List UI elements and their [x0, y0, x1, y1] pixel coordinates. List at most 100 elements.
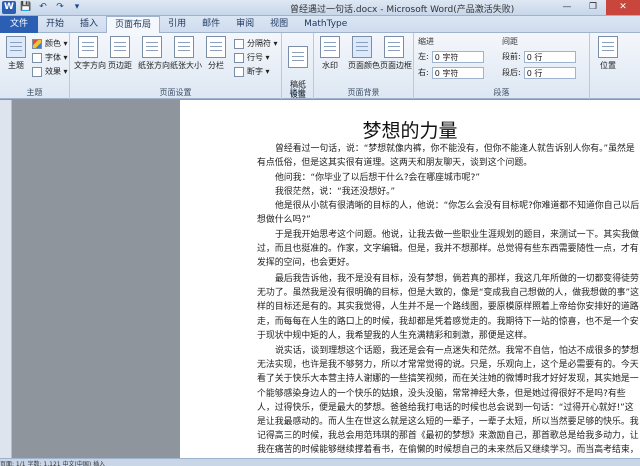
indent-left-label: 左: — [418, 52, 429, 61]
watermark-button[interactable]: 水印 — [316, 36, 344, 71]
theme-colors-label: 颜色 ▾ — [45, 39, 68, 48]
redo-icon[interactable]: ↷ — [53, 1, 67, 14]
indent-left-row: 左: 0 字符 — [418, 50, 484, 63]
spacing-before-label: 段前: — [502, 52, 521, 61]
theme-group: 主题 颜色 ▾ 字体 ▾ 效果 ▾ 主题 — [0, 33, 70, 99]
text-direction-button[interactable]: 文字方向 — [74, 36, 106, 71]
line-numbers-label: 行号 ▾ — [247, 53, 270, 62]
columns-button[interactable]: 分栏 — [202, 36, 230, 71]
indent-right-input[interactable]: 0 字符 — [431, 66, 484, 79]
tab-mathtype[interactable]: MathType — [296, 16, 355, 33]
line-numbers-button[interactable]: 行号 ▾ — [234, 51, 270, 64]
watermark-label: 水印 — [322, 61, 338, 70]
page-color-icon — [352, 36, 372, 58]
paper-size-icon — [174, 36, 194, 58]
spacing-before-row: 段前: 0 行 — [502, 50, 576, 63]
paragraph-7: 说实话，谈到理想这个话题，我还是会有一点迷失和茫然。我常不自信，怕达不成很多的梦… — [257, 346, 639, 456]
hyphenation-label: 断字 ▾ — [247, 67, 270, 76]
theme-button[interactable]: 主题 — [2, 36, 30, 71]
margins-button[interactable]: 页边距 — [106, 36, 134, 71]
theme-effects-button[interactable]: 效果 ▾ — [32, 65, 68, 78]
spacing-after-label: 段后: — [502, 68, 521, 77]
draft-paper-icon — [288, 46, 308, 68]
position-icon — [598, 36, 618, 58]
paragraph-2: 他问我：“你毕业了以后想干什么?会在哪座城市呢?” — [275, 173, 480, 183]
undo-icon[interactable]: ↶ — [36, 1, 50, 14]
columns-label: 分栏 — [208, 61, 224, 70]
tab-review[interactable]: 审阅 — [228, 16, 262, 33]
indent-right-row: 右: 0 字符 — [418, 66, 484, 79]
margins-label: 页边距 — [108, 61, 132, 70]
page-borders-icon — [384, 36, 404, 58]
columns-icon — [206, 36, 226, 58]
vertical-ruler — [0, 100, 12, 458]
theme-group-label: 主题 — [26, 88, 43, 97]
watermark-icon — [320, 36, 340, 58]
status-bar: 页面: 1/1 字数: 1,121 中文(中国) 插入 — [0, 458, 640, 466]
hyphenation-button[interactable]: 断字 ▾ — [234, 65, 270, 78]
paragraph-4: 他是很从小就有很清晰的目标的人，他说：“你怎么会没有目标呢?你难道都不知道你自己… — [257, 201, 640, 226]
word-logo-icon[interactable]: W — [2, 1, 16, 14]
position-button[interactable]: 位置 — [594, 36, 622, 71]
arrange-group: 位置 — [590, 33, 640, 99]
breaks-icon — [234, 38, 244, 49]
breaks-label: 分隔符 ▾ — [247, 39, 278, 48]
theme-icon — [6, 36, 26, 58]
page-setup-group: 文字方向 页边距 纸张方向 纸张大小 分栏 分隔符 ▾ 行号 ▾ 断字 ▾ 页面… — [70, 33, 282, 99]
paragraph-3: 我很茫然，说：“我还没想好。” — [275, 187, 396, 197]
save-icon[interactable]: 💾 — [19, 1, 33, 14]
page-borders-label: 页面边框 — [380, 61, 412, 70]
tab-insert[interactable]: 插入 — [72, 16, 106, 33]
position-label: 位置 — [600, 61, 616, 70]
colors-icon — [32, 38, 42, 49]
text-direction-label: 文字方向 — [74, 61, 106, 70]
breaks-button[interactable]: 分隔符 ▾ — [234, 37, 278, 50]
line-numbers-icon — [234, 52, 244, 63]
page-background-group-label: 页面背景 — [347, 88, 380, 97]
page-borders-button[interactable]: 页面边框 — [380, 36, 412, 71]
paper-size-label: 纸张大小 — [170, 61, 202, 70]
margins-icon — [110, 36, 130, 58]
spacing-label: 间距 — [502, 37, 518, 46]
window-controls: — ❐ ✕ — [554, 0, 640, 15]
paper-size-button[interactable]: 纸张大小 — [170, 36, 202, 71]
page-background-group: 水印 页面颜色 页面边框 页面背景 — [314, 33, 414, 99]
title-bar: W 💾 ↶ ↷ ▾ 曾经遇过一句话.docx - Microsoft Word(… — [0, 0, 640, 16]
spacing-after-input[interactable]: 0 行 — [523, 66, 576, 79]
indent-right-label: 右: — [418, 68, 429, 77]
quick-access-toolbar: W 💾 ↶ ↷ ▾ — [2, 1, 84, 14]
spacing-after-row: 段后: 0 行 — [502, 66, 576, 79]
theme-colors-button[interactable]: 颜色 ▾ — [32, 37, 68, 50]
close-button[interactable]: ✕ — [606, 0, 640, 15]
tab-mailings[interactable]: 邮件 — [194, 16, 228, 33]
document-title: 梦想的力量 — [362, 120, 458, 142]
minimize-button[interactable]: — — [554, 0, 580, 15]
page-setup-group-label: 页面设置 — [159, 88, 192, 97]
paragraph-6: 最后我告诉他，我不是没有目标，没有梦想，倘若真的那样，我这几年所做的一切都变得徒… — [257, 274, 639, 341]
theme-fonts-label: 字体 ▾ — [45, 53, 68, 62]
theme-effects-label: 效果 ▾ — [45, 67, 68, 76]
window-title: 曾经遇过一句话.docx - Microsoft Word(产品激活失败) — [290, 5, 515, 15]
page-color-label: 页面颜色 — [348, 61, 380, 70]
spacing-before-input[interactable]: 0 行 — [523, 50, 576, 63]
draft-paper-group: 稿纸 设置 稿纸 — [282, 33, 314, 99]
tab-home[interactable]: 开始 — [38, 16, 72, 33]
document-page[interactable]: 梦想的力量 曾经看过一句话，说：“梦想就像内裤，你不能没有，但你不能逢人就告诉别… — [180, 100, 640, 458]
page-color-button[interactable]: 页面颜色 — [348, 36, 380, 71]
tab-file[interactable]: 文件 — [0, 16, 39, 33]
orientation-button[interactable]: 纸张方向 — [138, 36, 170, 71]
indent-left-input[interactable]: 0 字符 — [431, 50, 484, 63]
paragraph-1: 曾经看过一句话，说：“梦想就像内裤，你不能没有，但你不能逢人就告诉别人你有。”虽… — [257, 144, 635, 169]
tab-page-layout[interactable]: 页面布局 — [106, 16, 161, 34]
customize-qat-icon[interactable]: ▾ — [70, 1, 84, 14]
draft-paper-group-label: 稿纸 — [289, 88, 306, 97]
ribbon-tabs: 文件 开始 插入 页面布局 引用 邮件 审阅 视图 MathType — [0, 16, 640, 34]
theme-button-label: 主题 — [8, 61, 24, 70]
tab-view[interactable]: 视图 — [262, 16, 296, 33]
paragraph-group-label: 段落 — [493, 88, 510, 97]
theme-fonts-button[interactable]: 字体 ▾ — [32, 51, 68, 64]
paragraph-group: 缩进 左: 0 字符 右: 0 字符 间距 段前: 0 行 段后: 0 行 段落 — [414, 33, 590, 99]
indent-label: 缩进 — [418, 37, 434, 46]
tab-references[interactable]: 引用 — [160, 16, 194, 33]
maximize-button[interactable]: ❐ — [580, 0, 606, 15]
